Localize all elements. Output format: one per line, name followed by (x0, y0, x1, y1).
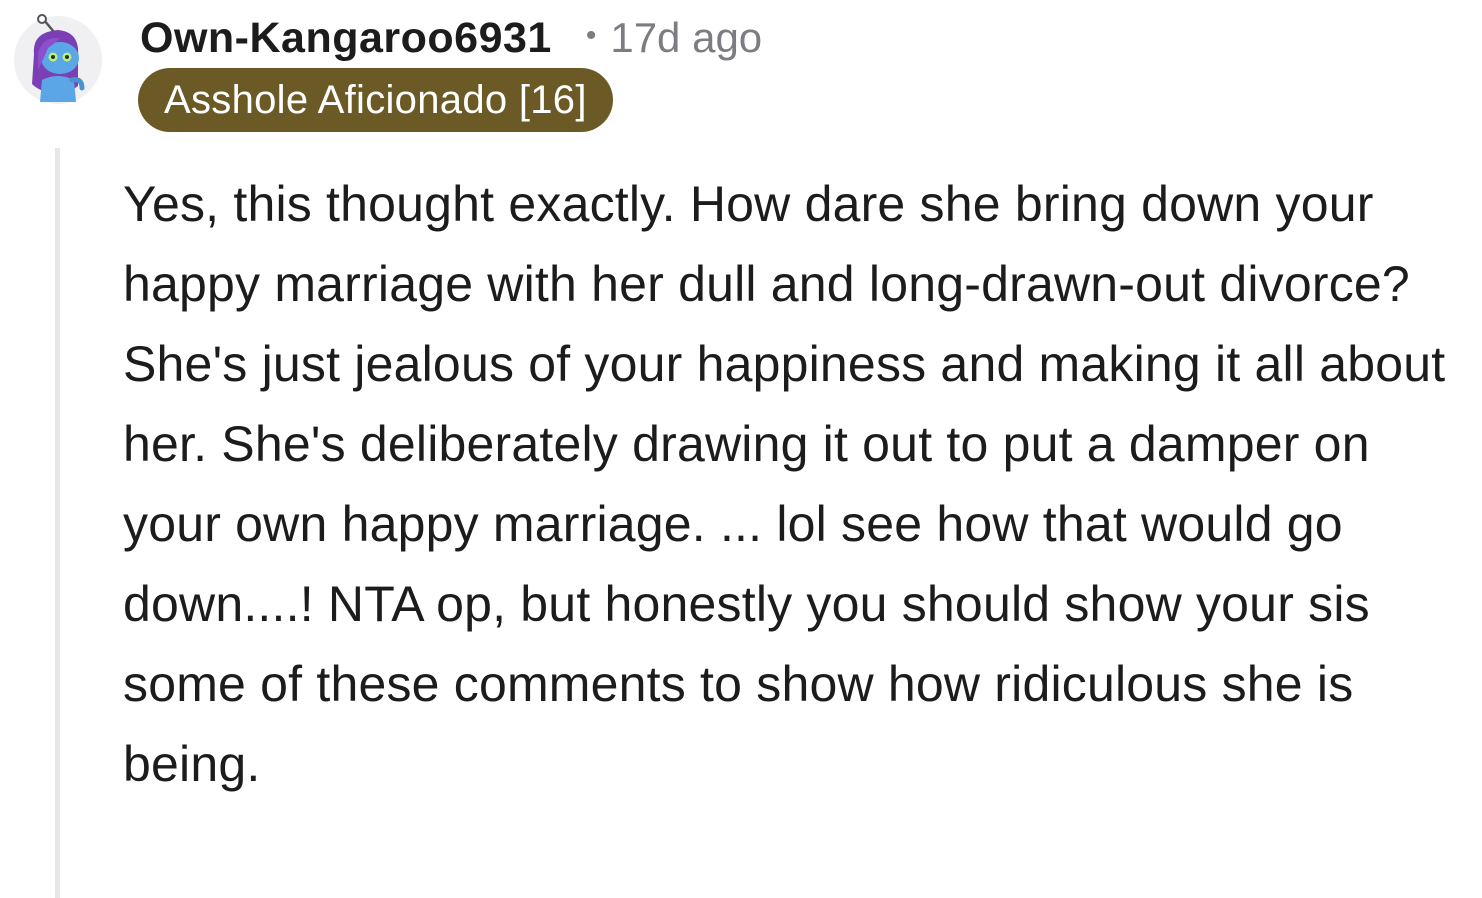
comment-timestamp[interactable]: 17d ago (610, 14, 762, 62)
user-flair-badge[interactable]: Asshole Aficionado [16] (138, 68, 613, 132)
comment: Own-Kangaroo6931 • 17d ago Asshole Afici… (0, 0, 1482, 898)
comment-body: Yes, this thought exactly. How dare she … (123, 176, 1446, 792)
separator-dot: • (585, 19, 597, 52)
username-link[interactable]: Own-Kangaroo6931 (140, 14, 552, 63)
snoo-avatar-icon (14, 14, 102, 104)
user-avatar[interactable] (14, 14, 102, 104)
comment-header: Own-Kangaroo6931 • 17d ago (140, 10, 762, 66)
thread-collapse-line[interactable] (55, 148, 60, 898)
